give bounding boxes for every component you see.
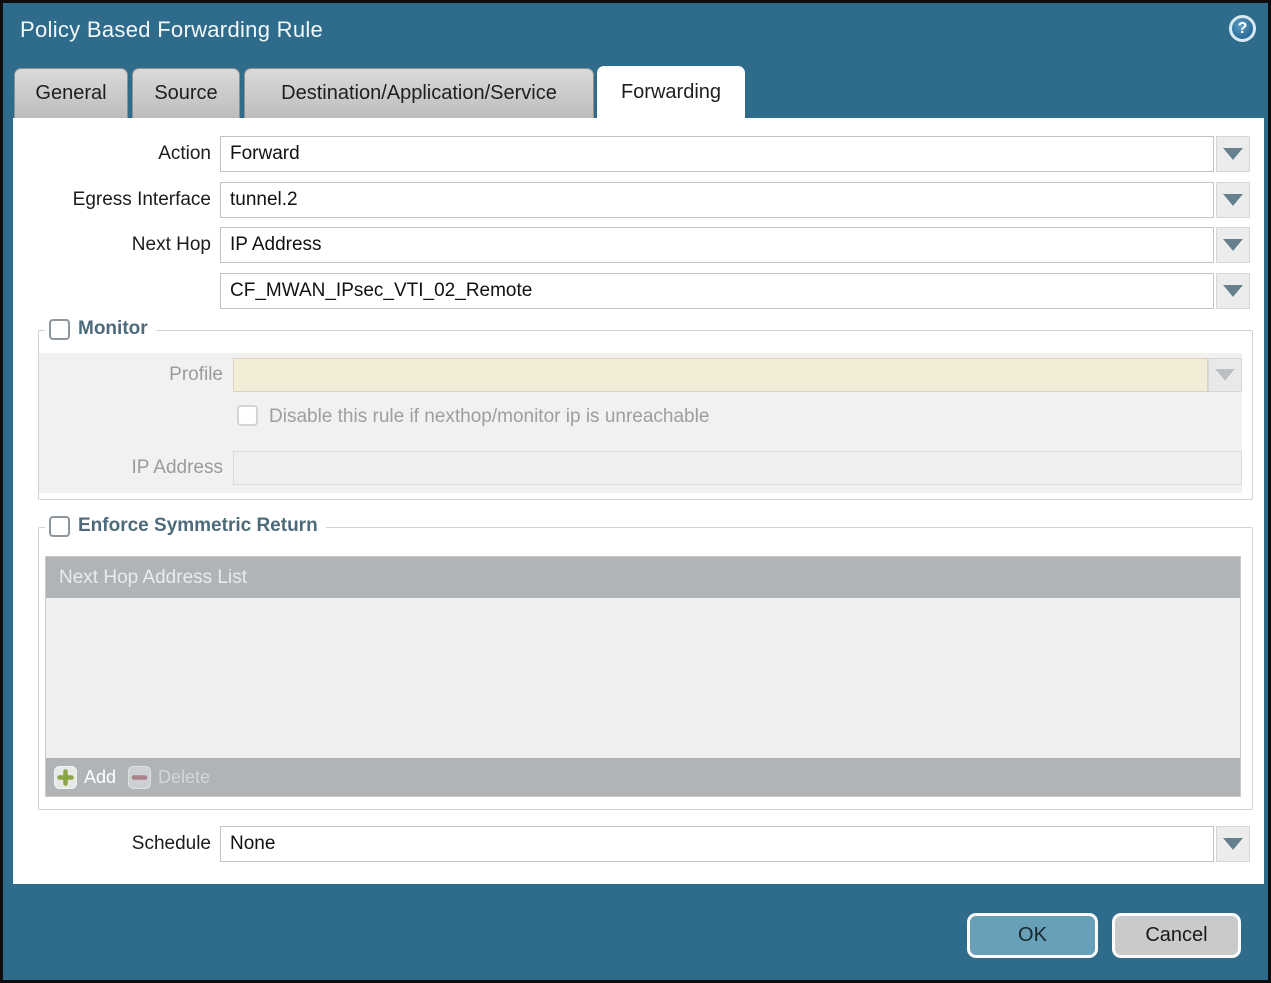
- enforce-symmetric-return-checkbox[interactable]: [49, 516, 70, 537]
- forwarding-tab-panel: Action Forward Egress Interface tunnel.2…: [13, 118, 1264, 884]
- chevron-down-icon: [1223, 148, 1243, 160]
- action-select[interactable]: Forward: [220, 136, 1214, 172]
- enforce-symmetric-return-fieldset: Enforce Symmetric Return Next Hop Addres…: [38, 527, 1253, 810]
- policy-based-forwarding-dialog: Policy Based Forwarding Rule ? General S…: [0, 0, 1271, 983]
- schedule-dropdown-button[interactable]: [1216, 826, 1250, 862]
- ok-button[interactable]: OK: [967, 913, 1098, 958]
- next-hop-address-list: Next Hop Address List Add: [45, 556, 1241, 797]
- next-hop-address-list-header: Next Hop Address List: [46, 557, 1240, 598]
- next-hop-address-select[interactable]: CF_MWAN_IPsec_VTI_02_Remote: [220, 273, 1214, 309]
- chevron-down-icon: [1223, 239, 1243, 251]
- next-hop-address-list-body[interactable]: [46, 598, 1240, 758]
- chevron-down-icon: [1215, 369, 1235, 381]
- profile-dropdown-button: [1208, 358, 1242, 392]
- monitor-ip-address-input: [233, 451, 1242, 485]
- dialog-title: Policy Based Forwarding Rule: [20, 17, 323, 43]
- chevron-down-icon: [1223, 838, 1243, 850]
- tab-general[interactable]: General: [14, 68, 128, 118]
- help-icon[interactable]: ?: [1229, 15, 1256, 42]
- schedule-select[interactable]: None: [220, 826, 1214, 862]
- monitor-ip-address-label: IP Address: [39, 450, 223, 486]
- tab-forwarding[interactable]: Forwarding: [597, 66, 745, 118]
- disable-rule-checkbox: [237, 405, 258, 426]
- disable-rule-label: Disable this rule if nexthop/monitor ip …: [269, 405, 709, 428]
- next-hop-dropdown-button[interactable]: [1216, 227, 1250, 263]
- monitor-checkbox[interactable]: [49, 319, 70, 340]
- add-button[interactable]: Add: [54, 766, 116, 789]
- tab-source[interactable]: Source: [132, 68, 240, 118]
- next-hop-address-list-toolbar: Add Delete: [46, 758, 1240, 796]
- egress-interface-label: Egress Interface: [13, 182, 211, 218]
- cancel-button[interactable]: Cancel: [1112, 913, 1241, 958]
- minus-icon: [128, 766, 151, 789]
- monitor-legend: Monitor: [45, 318, 156, 340]
- egress-interface-select[interactable]: tunnel.2: [220, 182, 1214, 218]
- profile-label: Profile: [39, 357, 223, 393]
- chevron-down-icon: [1223, 285, 1243, 297]
- disable-rule-row: Disable this rule if nexthop/monitor ip …: [237, 405, 709, 428]
- delete-button: Delete: [128, 766, 210, 789]
- plus-icon: [54, 766, 77, 789]
- egress-interface-dropdown-button[interactable]: [1216, 182, 1250, 218]
- add-button-label: Add: [84, 767, 116, 788]
- next-hop-label: Next Hop: [13, 227, 211, 263]
- next-hop-address-dropdown-button[interactable]: [1216, 273, 1250, 309]
- next-hop-type-select[interactable]: IP Address: [220, 227, 1214, 263]
- profile-select: [233, 358, 1208, 392]
- enforce-symmetric-return-legend: Enforce Symmetric Return: [45, 515, 326, 537]
- monitor-label: Monitor: [78, 318, 148, 340]
- chevron-down-icon: [1223, 194, 1243, 206]
- enforce-symmetric-return-label: Enforce Symmetric Return: [78, 515, 318, 537]
- action-dropdown-button[interactable]: [1216, 136, 1250, 172]
- schedule-label: Schedule: [13, 826, 211, 862]
- delete-button-label: Delete: [158, 767, 210, 788]
- tab-destination-application-service[interactable]: Destination/Application/Service: [244, 68, 594, 118]
- monitor-fieldset: Monitor Profile Disable this rule if nex…: [38, 330, 1253, 500]
- action-label: Action: [13, 136, 211, 172]
